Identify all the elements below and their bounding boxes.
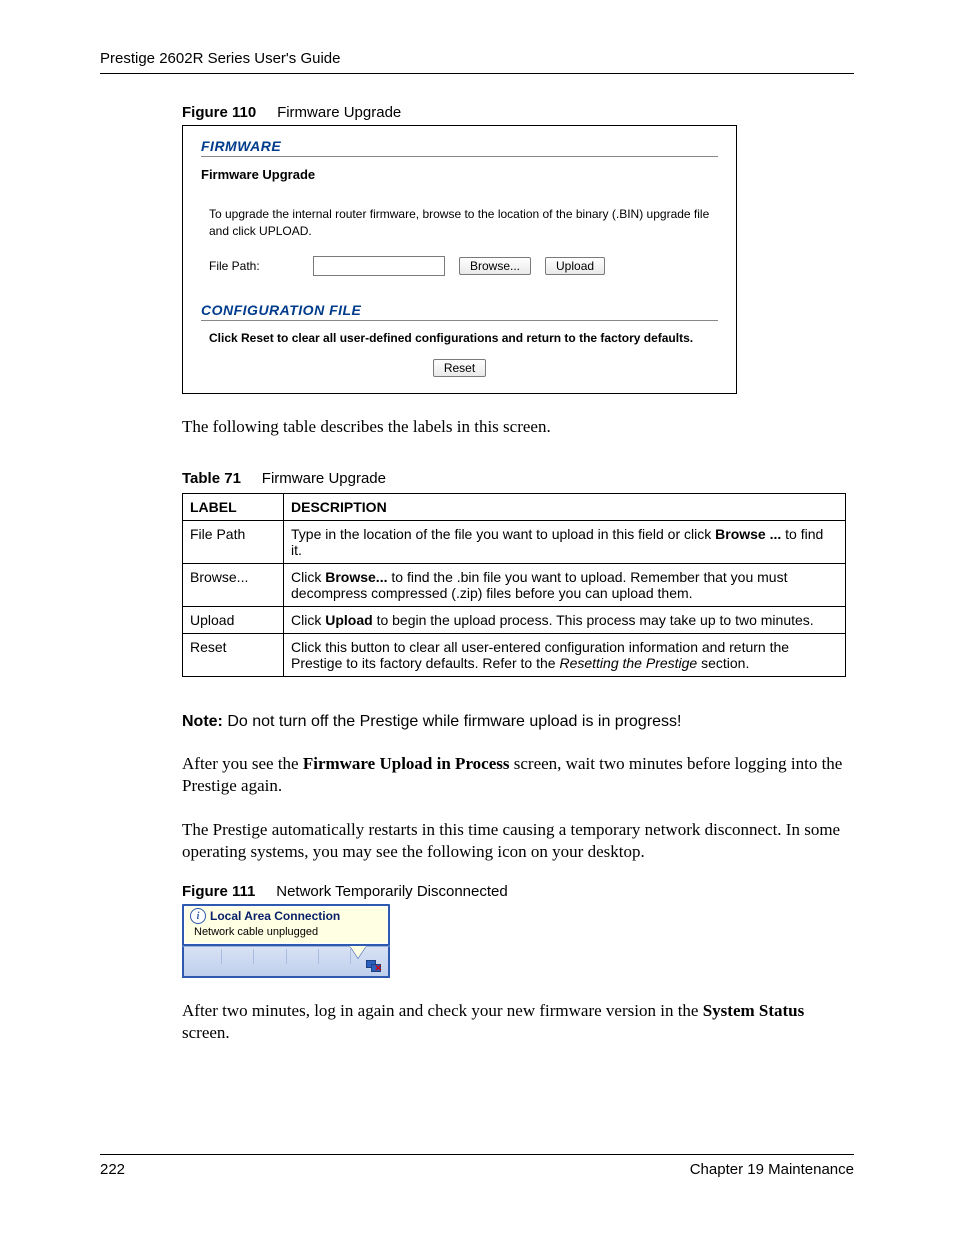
- balloon-title: Local Area Connection: [210, 909, 340, 923]
- filepath-row: File Path: Browse... Upload: [209, 256, 718, 276]
- network-disconnected-icon: ✕: [366, 960, 380, 972]
- tray-separators: [190, 949, 382, 964]
- page-footer: 222 Chapter 19 Maintenance: [100, 1154, 854, 1178]
- firmware-heading: FIRMWARE: [201, 138, 718, 154]
- figure110-number: Figure 110: [182, 104, 256, 121]
- reset-button[interactable]: Reset: [433, 359, 486, 377]
- firmware-subheading: Firmware Upgrade: [201, 167, 718, 182]
- figure111-title: Network Temporarily Disconnected: [276, 883, 507, 900]
- after-paragraph-1: After you see the Firmware Upload in Pro…: [182, 753, 854, 797]
- figure110-caption: Figure 110 Firmware Upgrade: [182, 104, 854, 121]
- balloon-subtitle: Network cable unplugged: [194, 926, 382, 938]
- col-description: DESCRIPTION: [284, 493, 846, 520]
- table71-number: Table 71: [182, 470, 241, 487]
- row-filepath-label: File Path: [183, 520, 284, 563]
- reset-instruction: Click Reset to clear all user-defined co…: [209, 331, 718, 345]
- taskbar-tray: ✕: [182, 946, 390, 978]
- row-filepath-desc: Type in the location of the file you wan…: [284, 520, 846, 563]
- row-reset-desc: Click this button to clear all user-ente…: [284, 633, 846, 676]
- row-upload-label: Upload: [183, 606, 284, 633]
- divider: [201, 320, 718, 321]
- table-row: Browse... Click Browse... to find the .b…: [183, 563, 846, 606]
- after-paragraph-2: The Prestige automatically restarts in t…: [182, 819, 854, 863]
- note-paragraph: Note: Do not turn off the Prestige while…: [182, 713, 854, 731]
- filepath-label: File Path:: [209, 259, 299, 273]
- table71: LABEL DESCRIPTION File Path Type in the …: [182, 493, 846, 677]
- info-icon: i: [190, 908, 206, 924]
- figure111-number: Figure 111: [182, 883, 255, 900]
- filepath-input[interactable]: [313, 256, 445, 276]
- divider: [201, 156, 718, 157]
- row-upload-desc: Click Upload to begin the upload process…: [284, 606, 846, 633]
- table-header-row: LABEL DESCRIPTION: [183, 493, 846, 520]
- chapter-label: Chapter 19 Maintenance: [690, 1161, 854, 1178]
- figure111-screenshot: i Local Area Connection Network cable un…: [182, 904, 390, 978]
- figure110-title: Firmware Upgrade: [277, 104, 401, 121]
- row-reset-label: Reset: [183, 633, 284, 676]
- note-text: Do not turn off the Prestige while firmw…: [223, 713, 682, 730]
- intro-paragraph: The following table describes the labels…: [182, 416, 854, 438]
- table71-title: Firmware Upgrade: [262, 470, 386, 487]
- table-row: Upload Click Upload to begin the upload …: [183, 606, 846, 633]
- page-header: Prestige 2602R Series User's Guide: [100, 50, 854, 74]
- table71-caption: Table 71 Firmware Upgrade: [182, 470, 854, 487]
- upload-button[interactable]: Upload: [545, 257, 605, 275]
- col-label: LABEL: [183, 493, 284, 520]
- config-heading: CONFIGURATION FILE: [201, 302, 718, 318]
- firmware-instruction: To upgrade the internal router firmware,…: [209, 206, 718, 240]
- table-row: Reset Click this button to clear all use…: [183, 633, 846, 676]
- note-label: Note:: [182, 713, 223, 730]
- firmware-screenshot: FIRMWARE Firmware Upgrade To upgrade the…: [182, 125, 737, 394]
- browse-button[interactable]: Browse...: [459, 257, 531, 275]
- after-paragraph-3: After two minutes, log in again and chec…: [182, 1000, 854, 1044]
- figure111-caption: Figure 111 Network Temporarily Disconnec…: [182, 883, 854, 900]
- page-number: 222: [100, 1161, 125, 1178]
- row-browse-label: Browse...: [183, 563, 284, 606]
- row-browse-desc: Click Browse... to find the .bin file yo…: [284, 563, 846, 606]
- table-row: File Path Type in the location of the fi…: [183, 520, 846, 563]
- balloon-title-row: i Local Area Connection: [190, 908, 382, 924]
- balloon-tooltip: i Local Area Connection Network cable un…: [182, 904, 390, 946]
- header-title: Prestige 2602R Series User's Guide: [100, 50, 340, 67]
